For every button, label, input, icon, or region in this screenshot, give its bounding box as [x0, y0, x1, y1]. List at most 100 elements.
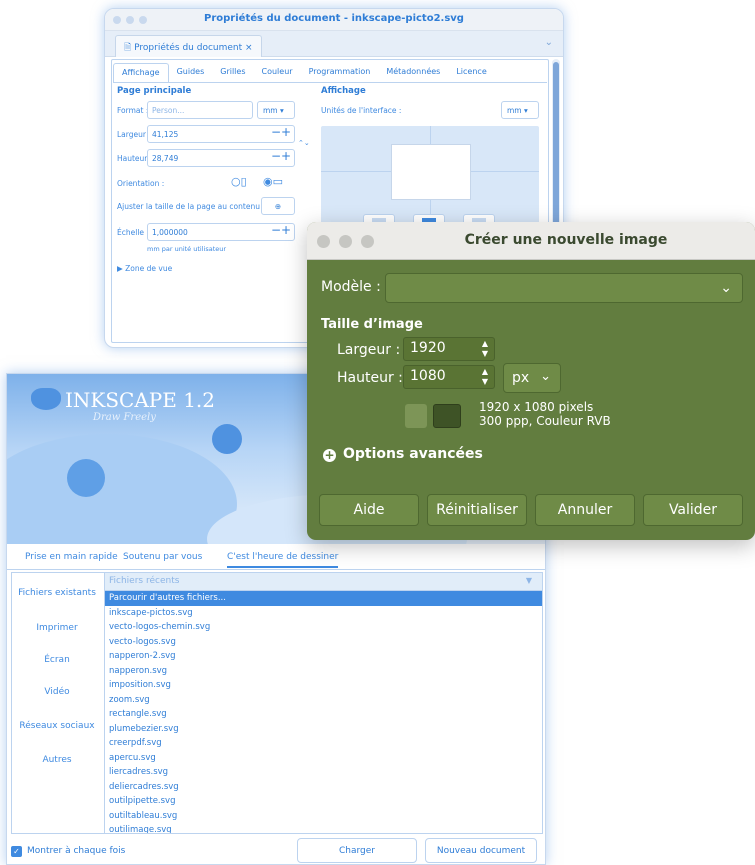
tab-guides[interactable]: Guides: [169, 63, 213, 83]
tab-programmation[interactable]: Programmation: [301, 63, 379, 83]
triangle-down-icon: ▾: [280, 106, 284, 115]
welcome-content: Fichiers existants Imprimer Écran Vidéo …: [11, 572, 543, 834]
tab-licence[interactable]: Licence: [448, 63, 494, 83]
tab-supported-by-you[interactable]: Soutenu par vous: [123, 552, 202, 562]
help-button[interactable]: Aide: [319, 494, 419, 526]
scale-label: Échelle :: [117, 228, 149, 237]
height-stepper-icon[interactable]: −+: [271, 149, 291, 163]
fit-page-button[interactable]: ⊕: [261, 197, 295, 215]
format-select[interactable]: Person...: [147, 101, 253, 119]
tab-grilles[interactable]: Grilles: [212, 63, 253, 83]
list-item[interactable]: imposition.svg: [105, 678, 542, 693]
tab-time-to-draw[interactable]: C'est l'heure de dessiner: [227, 552, 339, 568]
size-unit-select[interactable]: px ⌄: [503, 363, 561, 393]
chevron-down-icon: ⌄: [540, 369, 551, 384]
image-size-section: Taille d’image: [321, 317, 423, 332]
dialog-title: Créer une nouvelle image: [464, 232, 668, 248]
image-width-value: 1920: [410, 340, 446, 356]
tab-couleur[interactable]: Couleur: [254, 63, 301, 83]
display-section-title: Affichage: [321, 86, 366, 96]
page-unit-select[interactable]: mm ▾: [257, 101, 295, 119]
image-pixel-size: 1920 x 1080 pixels: [479, 400, 594, 414]
interface-units-value: mm: [507, 106, 522, 115]
load-button[interactable]: Charger: [297, 838, 417, 863]
list-item[interactable]: napperon-2.svg: [105, 649, 542, 664]
doc-tab-label: Propriétés du document: [134, 43, 243, 53]
portrait-orientation-icon[interactable]: [405, 404, 427, 428]
props-dock-tabbar: 🗎 Propriétés du document × ⌄: [105, 31, 563, 57]
triangle-right-icon: ▶: [117, 264, 123, 273]
model-select[interactable]: ⌄: [385, 273, 743, 303]
width-stepper-icon[interactable]: −+: [271, 125, 291, 139]
props-titlebar: Propriétés du document - inkscape-picto2…: [105, 9, 563, 31]
close-tab-icon[interactable]: ×: [245, 43, 253, 53]
image-resolution-color: 300 ppp, Couleur RVB: [479, 414, 611, 428]
size-unit-value: px: [512, 370, 530, 386]
sidebar-item-print[interactable]: Imprimer: [12, 623, 102, 633]
image-height-value: 1080: [410, 368, 446, 384]
tab-divider: [113, 82, 547, 83]
reset-button[interactable]: Réinitialiser: [427, 494, 527, 526]
splash-title: INKSCAPE 1.2: [65, 388, 216, 412]
list-item[interactable]: vecto-logos.svg: [105, 635, 542, 650]
list-item[interactable]: Parcourir d'autres fichiers...: [105, 591, 542, 606]
props-tabs: Affichage Guides Grilles Couleur Program…: [113, 63, 495, 83]
list-item[interactable]: deliercadres.svg: [105, 780, 542, 795]
page-section-title: Page principale: [117, 86, 192, 96]
scale-stepper-icon[interactable]: −+: [271, 223, 291, 237]
list-item[interactable]: napperon.svg: [105, 664, 542, 679]
sidebar-item-video[interactable]: Vidéo: [12, 687, 102, 697]
model-label: Modèle :: [321, 279, 381, 295]
image-width-label: Largeur :: [337, 342, 401, 358]
cancel-button[interactable]: Annuler: [535, 494, 635, 526]
format-label: Format :: [117, 106, 149, 115]
recent-files-list[interactable]: Fichiers récents ▼ Parcourir d'autres fi…: [104, 573, 542, 833]
list-item[interactable]: liercadres.svg: [105, 765, 542, 780]
sidebar-item-other[interactable]: Autres: [12, 755, 102, 765]
viewbox-label: Zone de vue: [125, 264, 173, 273]
interface-units-select[interactable]: mm ▾: [501, 101, 539, 119]
new-document-button[interactable]: Nouveau document: [425, 838, 537, 863]
image-info: 1920 x 1080 pixels 300 ppp, Couleur RVB: [479, 400, 611, 428]
height-spinner-icon[interactable]: ▲ ▼: [482, 367, 488, 387]
list-item[interactable]: rectangle.svg: [105, 707, 542, 722]
list-item[interactable]: zoom.svg: [105, 693, 542, 708]
list-item[interactable]: plumebezier.svg: [105, 722, 542, 737]
zoom-dialog-button[interactable]: [361, 235, 374, 248]
tab-metadonnees[interactable]: Métadonnées: [378, 63, 448, 83]
recent-files-title: Fichiers récents: [109, 576, 180, 586]
list-item[interactable]: apercu.svg: [105, 751, 542, 766]
document-properties-dock-tab[interactable]: 🗎 Propriétés du document ×: [115, 35, 262, 57]
sidebar-item-screen[interactable]: Écran: [12, 655, 102, 665]
plus-icon[interactable]: +: [323, 449, 336, 462]
portrait-radio-icon[interactable]: ○▯: [231, 175, 247, 188]
show-each-time-checkbox[interactable]: ✓: [11, 846, 22, 857]
show-each-time-label[interactable]: Montrer à chaque fois: [27, 846, 125, 856]
list-item[interactable]: vecto-logos-chemin.svg: [105, 620, 542, 635]
landscape-orientation-icon[interactable]: [433, 404, 461, 428]
tab-affichage[interactable]: Affichage: [113, 63, 169, 83]
triangle-down-icon: ▾: [524, 106, 528, 115]
sidebar-item-social[interactable]: Réseaux sociaux: [12, 721, 102, 731]
advanced-options-toggle[interactable]: Options avancées: [343, 446, 483, 462]
interface-units-label: Unités de l'interface :: [321, 106, 402, 115]
landscape-radio-icon[interactable]: ◉▭: [263, 175, 283, 188]
recent-files-header[interactable]: Fichiers récents ▼: [105, 573, 542, 591]
list-item[interactable]: creerpdf.svg: [105, 736, 542, 751]
list-item[interactable]: outilimage.svg: [105, 823, 542, 833]
list-item[interactable]: inkscape-pictos.svg: [105, 606, 542, 621]
list-item[interactable]: outilpipette.svg: [105, 794, 542, 809]
image-width-input[interactable]: 1920 ▲ ▼: [403, 337, 495, 361]
width-spinner-icon[interactable]: ▲ ▼: [482, 339, 488, 359]
viewbox-expander[interactable]: ▶ Zone de vue: [117, 264, 172, 273]
sidebar-item-existing-files[interactable]: Fichiers existants: [12, 588, 102, 598]
image-height-input[interactable]: 1080 ▲ ▼: [403, 365, 495, 389]
minimize-dialog-button[interactable]: [339, 235, 352, 248]
ok-button[interactable]: Valider: [643, 494, 743, 526]
width-label: Largeur :: [117, 130, 151, 139]
chevron-down-icon[interactable]: ⌄: [545, 37, 553, 48]
tab-quick-start[interactable]: Prise en main rapide: [25, 552, 118, 562]
close-dialog-button[interactable]: [317, 235, 330, 248]
list-item[interactable]: outiltableau.svg: [105, 809, 542, 824]
link-dimensions-icon[interactable]: ⌃⌄: [298, 139, 310, 147]
